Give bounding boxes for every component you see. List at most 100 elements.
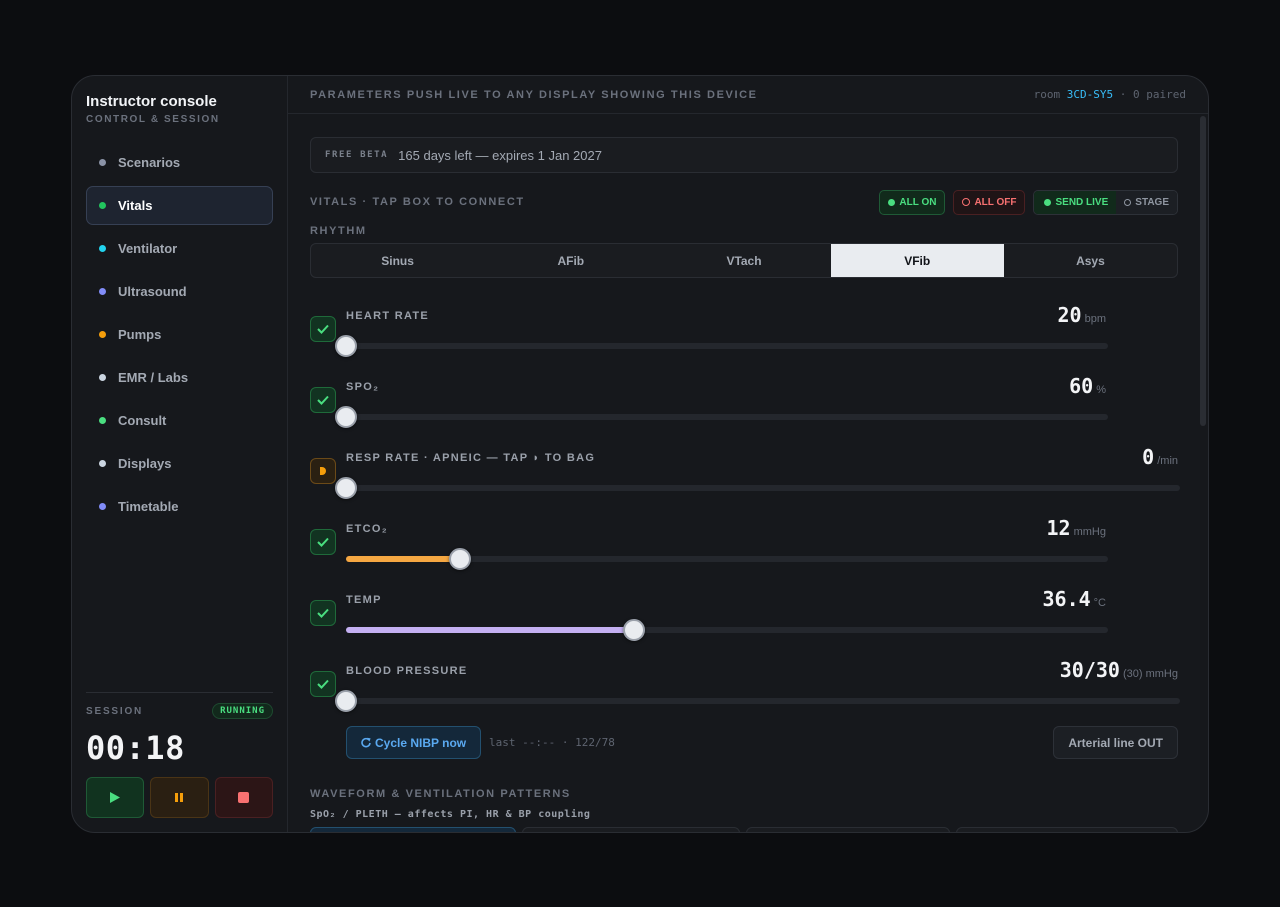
vital-name: HEART RATE bbox=[346, 310, 430, 322]
sidebar-item-label: Displays bbox=[118, 456, 172, 471]
vital-value: 36.4 °C bbox=[1042, 587, 1106, 611]
nav-dot-icon bbox=[99, 374, 106, 381]
nibp-last-reading: last --:-- · 122/78 bbox=[489, 736, 615, 749]
vital-slider[interactable] bbox=[335, 690, 1180, 712]
waveform-option[interactable] bbox=[956, 827, 1179, 832]
slider-fill bbox=[346, 627, 635, 633]
vital-row-resp: RESP RATE · APNEIC — TAP ◗ TO BAG 0/min bbox=[310, 445, 1180, 516]
vital-name: ETCO₂ bbox=[346, 523, 388, 535]
room-prefix: room bbox=[1033, 88, 1061, 101]
rhythm-selector: Sinus AFib VTach VFib Asys bbox=[310, 243, 1178, 278]
vital-value: 20 bpm bbox=[1058, 303, 1107, 327]
all-on-button[interactable]: ALL ON bbox=[879, 189, 946, 215]
sidebar: Instructor console CONTROL & SESSION Sce… bbox=[72, 76, 288, 832]
paired-count: · 0 paired bbox=[1119, 88, 1186, 101]
main-panel: PARAMETERS PUSH LIVE TO ANY DISPLAY SHOW… bbox=[288, 76, 1208, 832]
vital-slider[interactable] bbox=[335, 335, 1108, 357]
stage-label: STAGE bbox=[1135, 196, 1169, 208]
vital-connect-checkbox[interactable] bbox=[310, 600, 336, 626]
stop-button[interactable] bbox=[214, 777, 273, 818]
vital-connect-checkbox[interactable] bbox=[310, 316, 336, 342]
rhythm-tab-vtach[interactable]: VTach bbox=[657, 244, 830, 277]
send-mode-toggle: SEND LIVE STAGE bbox=[1033, 189, 1178, 215]
console-subtitle: CONTROL & SESSION bbox=[86, 114, 220, 125]
sidebar-item-displays[interactable]: Displays bbox=[86, 444, 273, 483]
vital-name: TEMP bbox=[346, 594, 382, 606]
slider-thumb[interactable] bbox=[335, 690, 357, 712]
check-icon bbox=[317, 395, 329, 405]
check-icon bbox=[317, 537, 329, 547]
vital-connect-checkbox[interactable] bbox=[310, 387, 336, 413]
vital-slider[interactable] bbox=[335, 477, 1180, 499]
nav-dot-icon bbox=[99, 460, 106, 467]
vital-slider[interactable] bbox=[346, 619, 1108, 641]
vitals-list: HEART RATE 20 bpm SPO₂ 60% RESP RATE · APNEIC… bbox=[310, 303, 1180, 729]
rhythm-tab-vfib[interactable]: VFib bbox=[830, 244, 1004, 277]
vital-connect-checkbox[interactable] bbox=[310, 671, 336, 697]
sidebar-item-label: Ultrasound bbox=[118, 284, 187, 299]
nav-dot-icon bbox=[99, 202, 106, 209]
topbar: PARAMETERS PUSH LIVE TO ANY DISPLAY SHOW… bbox=[288, 76, 1208, 114]
cycle-nibp-button[interactable]: Cycle NIBP now bbox=[346, 726, 482, 759]
vital-value: 12 mmHg bbox=[1047, 516, 1106, 540]
nibp-row: Cycle NIBP now last --:-- · 122/78 Arter… bbox=[310, 726, 1178, 766]
sidebar-item-emr-labs[interactable]: EMR / Labs bbox=[86, 358, 273, 397]
check-icon bbox=[317, 324, 329, 334]
sidebar-item-ventilator[interactable]: Ventilator bbox=[86, 229, 273, 268]
rhythm-tab-afib[interactable]: AFib bbox=[484, 244, 657, 277]
vital-value: 30/30 (30) mmHg bbox=[1060, 658, 1178, 682]
session-label: SESSION bbox=[86, 705, 144, 717]
beta-banner: FREE BETA 165 days left — expires 1 Jan … bbox=[310, 137, 1178, 173]
slider-thumb[interactable] bbox=[335, 406, 357, 428]
refresh-icon bbox=[361, 737, 371, 748]
arterial-line-button[interactable]: Arterial line OUT bbox=[1053, 726, 1178, 759]
session-status-badge: RUNNING bbox=[212, 703, 273, 719]
vital-slider[interactable] bbox=[346, 548, 1108, 570]
waveform-section-label: WAVEFORM & VENTILATION PATTERNS bbox=[310, 788, 571, 800]
sidebar-item-ultrasound[interactable]: Ultrasound bbox=[86, 272, 273, 311]
sidebar-item-consult[interactable]: Consult bbox=[86, 401, 273, 440]
sidebar-item-label: Consult bbox=[118, 413, 167, 428]
play-icon bbox=[110, 792, 121, 803]
rhythm-label: RHYTHM bbox=[310, 225, 367, 237]
rhythm-tab-sinus[interactable]: Sinus bbox=[311, 244, 484, 277]
vital-number: 0 bbox=[1142, 445, 1155, 469]
vital-value: 0/min bbox=[1142, 445, 1178, 469]
vital-row-blood: BLOOD PRESSURE 30/30 (30) mmHg bbox=[310, 658, 1180, 729]
beta-tag: FREE BETA bbox=[325, 150, 389, 160]
vital-name: RESP RATE · APNEIC — TAP ◗ TO BAG bbox=[346, 452, 596, 464]
slider-thumb[interactable] bbox=[335, 335, 357, 357]
stop-icon bbox=[238, 792, 250, 803]
bag-icon bbox=[320, 467, 326, 475]
rhythm-tab-asys[interactable]: Asys bbox=[1004, 244, 1177, 277]
all-off-button[interactable]: ALL OFF bbox=[953, 189, 1026, 215]
sidebar-item-scenarios[interactable]: Scenarios bbox=[86, 143, 273, 182]
room-code[interactable]: 3CD-SY5 bbox=[1067, 88, 1113, 101]
bag-toggle[interactable] bbox=[310, 458, 336, 484]
waveform-options bbox=[310, 827, 1179, 832]
slider-thumb[interactable] bbox=[449, 548, 472, 570]
session-panel: SESSION RUNNING 00:18 bbox=[86, 692, 273, 818]
vital-row-temp: TEMP 36.4 °C bbox=[310, 587, 1178, 658]
vital-unit: (30) mmHg bbox=[1122, 668, 1178, 680]
nav-dot-icon bbox=[99, 159, 106, 166]
pause-button[interactable] bbox=[150, 777, 209, 818]
on-dot-icon bbox=[888, 198, 896, 206]
vital-slider[interactable] bbox=[335, 406, 1108, 428]
waveform-option[interactable] bbox=[310, 827, 516, 832]
nav-dot-icon bbox=[99, 503, 106, 510]
slider-thumb[interactable] bbox=[623, 619, 646, 641]
vital-number: 20 bbox=[1057, 303, 1082, 327]
send-live-label: SEND LIVE bbox=[1055, 196, 1109, 208]
waveform-option[interactable] bbox=[521, 827, 740, 832]
send-live-option[interactable]: SEND LIVE bbox=[1034, 190, 1117, 214]
waveform-option[interactable] bbox=[745, 827, 951, 832]
vital-connect-checkbox[interactable] bbox=[310, 529, 336, 555]
sidebar-item-vitals[interactable]: Vitals bbox=[86, 186, 273, 225]
slider-thumb[interactable] bbox=[335, 477, 357, 499]
sidebar-item-timetable[interactable]: Timetable bbox=[86, 487, 273, 526]
stage-option[interactable]: STAGE bbox=[1116, 190, 1177, 214]
play-button[interactable] bbox=[86, 777, 145, 818]
sidebar-item-pumps[interactable]: Pumps bbox=[86, 315, 273, 354]
room-info: room 3CD-SY5 · 0 paired bbox=[1034, 88, 1186, 101]
